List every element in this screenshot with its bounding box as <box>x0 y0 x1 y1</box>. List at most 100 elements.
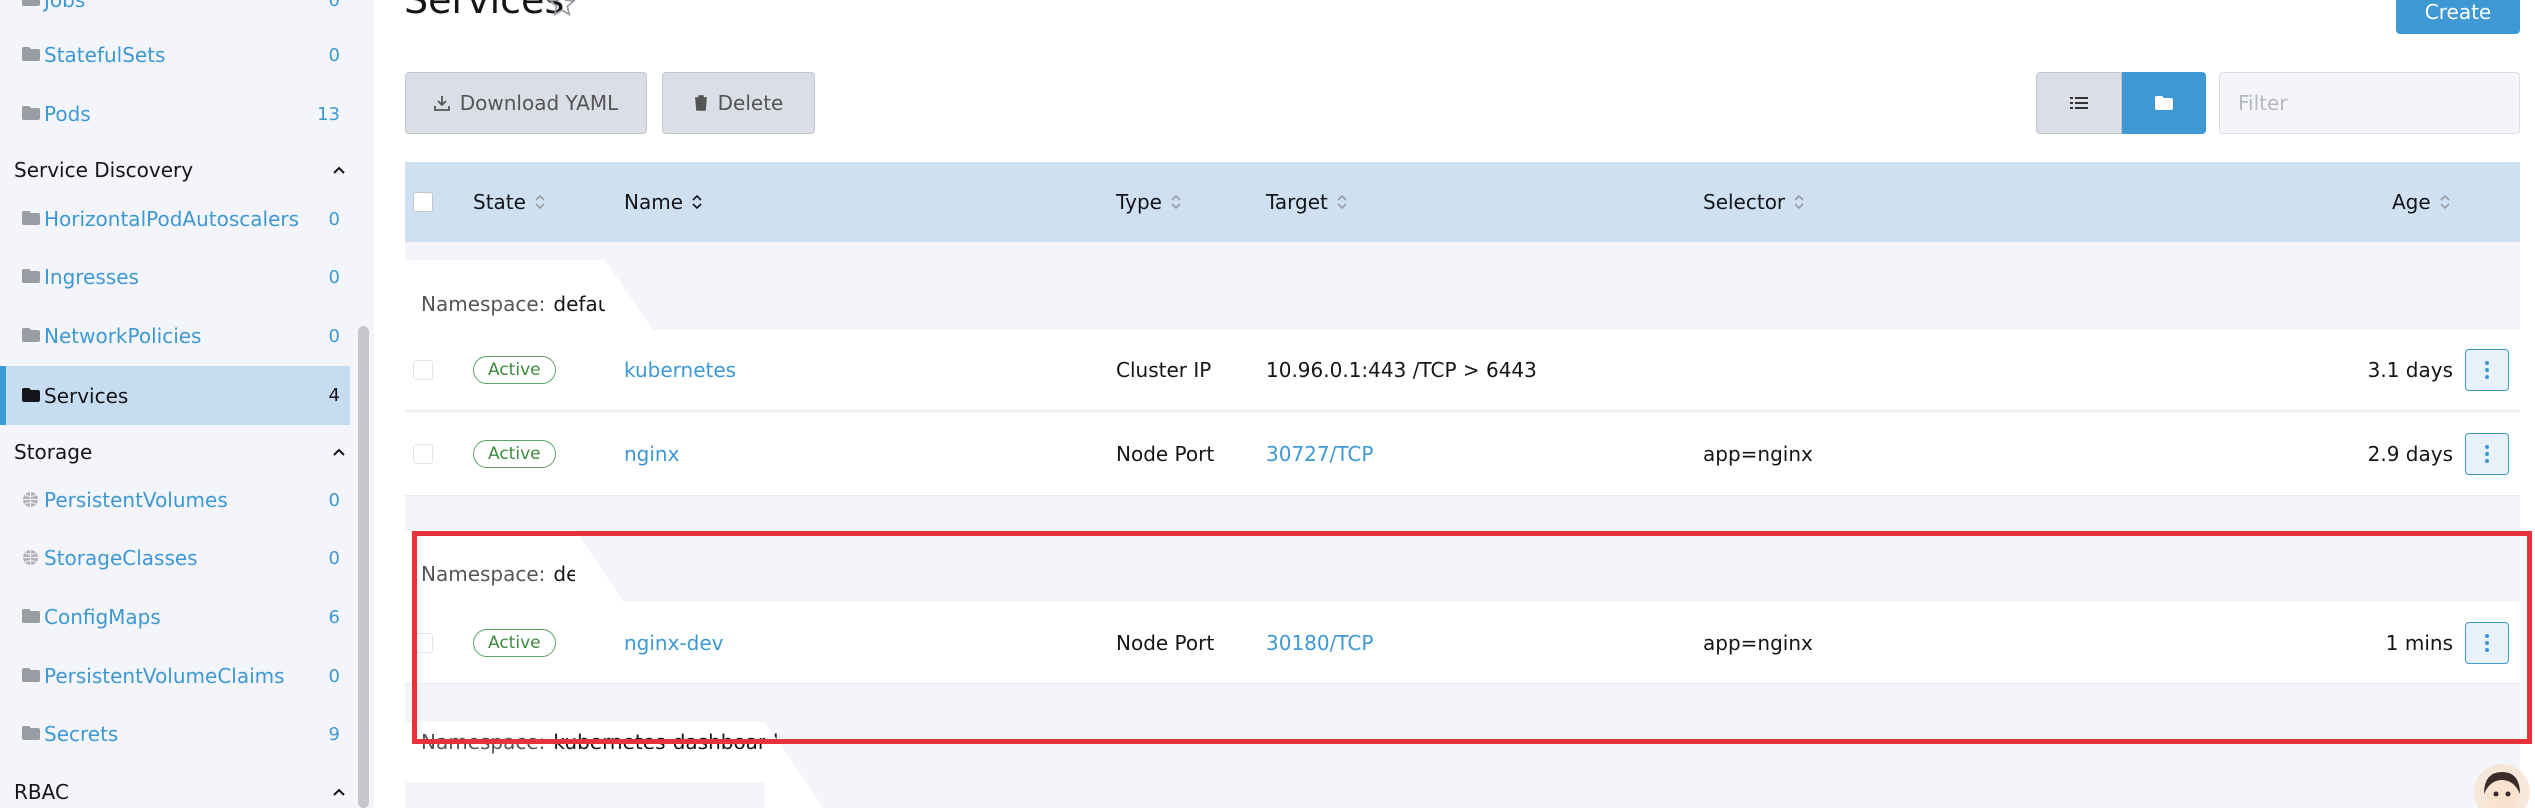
row-actions-button[interactable] <box>2465 433 2509 475</box>
download-yaml-button[interactable]: Download YAML <box>405 72 647 134</box>
sidebar-item-count: 0 <box>328 44 340 66</box>
folder-icon <box>22 668 40 682</box>
folder-icon <box>22 269 40 283</box>
sidebar-item-horizontalpodautoscalers[interactable]: HorizontalPodAutoscalers 0 <box>0 191 350 247</box>
column-header-state[interactable]: State <box>473 162 546 242</box>
row-checkbox[interactable] <box>413 444 433 464</box>
sidebar-item-ingresses[interactable]: Ingresses 0 <box>0 249 350 305</box>
sidebar-item-jobs[interactable]: Jobs 0 <box>0 0 350 28</box>
sidebar-item-statefulsets[interactable]: StatefulSets 0 <box>0 27 350 83</box>
namespace-name: default <box>553 292 624 316</box>
sidebar-item-services[interactable]: Services 4 <box>0 366 350 425</box>
column-label: Name <box>624 190 684 214</box>
folder-icon <box>22 726 40 740</box>
sort-icon <box>535 194 545 210</box>
row-checkbox[interactable] <box>413 360 433 380</box>
sidebar-item-storageclasses[interactable]: StorageClasses 0 <box>0 530 350 586</box>
sidebar-item-count: 0 <box>328 208 340 230</box>
create-button[interactable]: Create <box>2396 0 2520 34</box>
sidebar-item-persistentvolumes[interactable]: PersistentVolumes 0 <box>0 472 350 528</box>
row-actions-button[interactable] <box>2465 349 2509 391</box>
sort-icon <box>1337 194 1347 210</box>
chevron-up-icon <box>333 166 345 174</box>
folder-icon <box>22 106 40 120</box>
status-badge: Active <box>473 628 556 657</box>
sidebar-item-secrets[interactable]: Secrets 9 <box>0 706 350 762</box>
sidebar-item-label: PersistentVolumeClaims <box>44 664 285 688</box>
column-header-name[interactable]: Name <box>624 162 703 242</box>
service-target-link[interactable]: 30180/TCP <box>1266 602 1373 683</box>
sidebar-item-count: 0 <box>328 547 340 569</box>
sidebar-item-count: 0 <box>328 665 340 687</box>
sidebar-item-count: 13 <box>317 103 340 125</box>
avatar[interactable] <box>2474 764 2530 808</box>
row-actions-button[interactable] <box>2465 621 2509 664</box>
sort-icon <box>692 194 702 210</box>
list-view-button[interactable] <box>2036 72 2122 134</box>
select-all-checkbox[interactable] <box>413 192 433 212</box>
sort-icon <box>1171 194 1181 210</box>
folder-icon <box>22 47 40 61</box>
trash-icon <box>694 95 707 111</box>
filter-input[interactable] <box>2219 72 2520 134</box>
service-target-link[interactable]: 30727/TCP <box>1266 413 1373 495</box>
sidebar-item-label: Ingresses <box>44 265 139 289</box>
service-name-link[interactable]: nginx <box>624 413 679 495</box>
sidebar-item-label: Jobs <box>44 0 86 12</box>
column-header-target[interactable]: Target <box>1266 162 1348 242</box>
sidebar-item-label: PersistentVolumes <box>44 488 228 512</box>
service-name-link[interactable]: nginx-dev <box>624 602 724 683</box>
sidebar-scrollbar[interactable] <box>358 326 369 808</box>
service-name-link[interactable]: kubernetes <box>624 330 736 410</box>
download-icon <box>433 96 450 111</box>
folder-open-icon <box>22 387 40 402</box>
sidebar-item-configmaps[interactable]: ConfigMaps 6 <box>0 589 350 645</box>
sidebar-item-count: 0 <box>328 266 340 288</box>
folder-icon <box>22 609 40 623</box>
sidebar-group-service-discovery[interactable]: Service Discovery <box>14 150 350 190</box>
sidebar-item-label: Pods <box>44 102 91 126</box>
service-type: Cluster IP <box>1116 358 1212 382</box>
delete-button[interactable]: Delete <box>662 72 815 134</box>
sidebar-group-label: Service Discovery <box>14 158 194 182</box>
folder-icon <box>22 211 40 225</box>
sidebar-item-networkpolicies[interactable]: NetworkPolicies 0 <box>0 308 350 364</box>
chevron-up-icon <box>333 448 345 456</box>
namespace-prefix: Namespace: <box>421 730 546 754</box>
namespace-group-header: Namespace: kubernetes-dashboard <box>405 722 2520 808</box>
download-yaml-label: Download YAML <box>459 91 619 115</box>
sidebar-group-storage[interactable]: Storage <box>14 432 350 472</box>
sidebar-group-rbac[interactable]: RBAC <box>14 772 350 808</box>
namespace-name: dev <box>553 562 591 586</box>
service-selector: app=nginx <box>1703 442 1813 466</box>
folder-icon <box>2155 96 2173 110</box>
service-selector: app=nginx <box>1703 630 1813 655</box>
folder-view-button[interactable] <box>2122 72 2206 134</box>
row-checkbox[interactable] <box>413 633 433 653</box>
service-target: 10.96.0.1:443 /TCP > 6443 <box>1266 358 1537 382</box>
column-header-selector[interactable]: Selector <box>1703 162 1805 242</box>
column-label: Target <box>1266 190 1328 214</box>
page-title: Services <box>404 0 565 22</box>
sidebar-item-label: Services <box>44 383 129 408</box>
delete-label: Delete <box>717 91 784 115</box>
table-row[interactable]: Active nginx Node Port 30727/TCP app=ngi… <box>405 413 2520 496</box>
kebab-menu-icon <box>2485 445 2489 463</box>
table-row[interactable]: Active kubernetes Cluster IP 10.96.0.1:4… <box>405 330 2520 411</box>
sidebar-item-count: 4 <box>328 385 340 406</box>
service-age: 3.1 days <box>2367 358 2453 382</box>
table-row[interactable]: Active nginx-dev Node Port 30180/TCP app… <box>405 602 2520 684</box>
sidebar-group-label: Storage <box>14 440 93 464</box>
status-badge: Active <box>473 356 556 384</box>
star-icon[interactable] <box>548 0 576 18</box>
column-label: Age <box>2392 190 2431 214</box>
sidebar-item-label: StorageClasses <box>44 546 198 570</box>
column-header-age[interactable]: Age <box>2392 162 2451 242</box>
folder-icon <box>22 0 40 6</box>
sidebar-item-pods[interactable]: Pods 13 <box>0 86 350 142</box>
column-header-type[interactable]: Type <box>1116 162 1182 242</box>
service-type: Node Port <box>1116 442 1215 466</box>
assistant-avatar-icon <box>2484 772 2520 808</box>
sidebar-item-persistentvolumeclaims[interactable]: PersistentVolumeClaims 0 <box>0 648 350 704</box>
sidebar-item-count: 0 <box>328 325 340 347</box>
